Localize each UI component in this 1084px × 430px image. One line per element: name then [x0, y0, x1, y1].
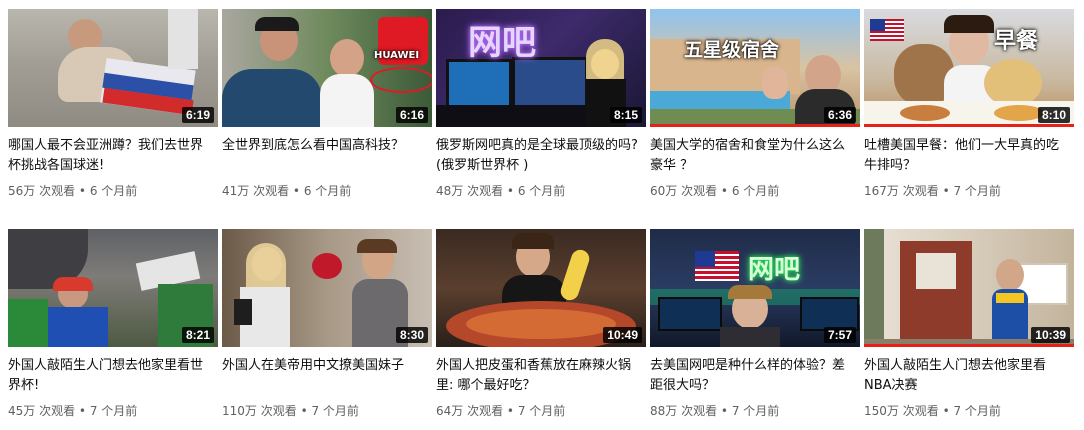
view-count: 56万 次观看 — [8, 184, 76, 198]
upload-age: 7 个月前 — [89, 404, 138, 418]
video-meta: 150万 次观看 • 7 个月前 — [864, 403, 1001, 419]
thumbnail-overlay-text: 网吧 — [468, 23, 536, 63]
video-title[interactable]: 俄罗斯网吧真的是全球最顶级的吗? (俄罗斯世界杯 ) — [436, 136, 642, 176]
us-flag-icon — [695, 251, 739, 281]
view-count: 45万 次观看 — [8, 404, 76, 418]
thumbnail-overlay-text: 五星级宿舍 — [684, 39, 780, 61]
video-duration: 10:39 — [1031, 327, 1070, 343]
video-meta: 48万 次观看 • 6 个月前 — [436, 183, 565, 199]
us-flag-icon — [870, 19, 904, 41]
view-count: 167万 次观看 — [864, 184, 939, 198]
video-meta: 56万 次观看 • 6 个月前 — [8, 183, 137, 199]
upload-age: 7 个月前 — [953, 404, 1001, 418]
video-meta: 60万 次观看 • 6 个月前 — [650, 183, 779, 199]
upload-age: 7 个月前 — [731, 404, 780, 418]
watch-progress-bar — [864, 124, 1074, 127]
video-title[interactable]: 哪国人最不会亚洲蹲？我们去世界杯挑战各国球迷! — [8, 136, 214, 176]
thumbnail-overlay-text: 网吧 — [748, 255, 801, 285]
upload-age: 7 个月前 — [517, 404, 566, 418]
upload-age: 6 个月前 — [89, 184, 138, 198]
meta-separator: • — [292, 184, 300, 198]
video-title[interactable]: 去美国网吧是种什么样的体验？差距很大吗？ — [650, 356, 856, 396]
thumbnail-overlay-text: HUAWEI — [374, 50, 420, 61]
video-thumbnail[interactable]: 10:39 — [864, 229, 1074, 347]
meta-separator: • — [942, 184, 950, 198]
view-count: 48万 次观看 — [436, 184, 504, 198]
watch-progress-bar — [864, 344, 1074, 347]
video-thumbnail[interactable]: 8:30 — [222, 229, 432, 347]
video-duration: 8:10 — [1037, 107, 1070, 123]
video-thumbnail[interactable]: 10:49 — [436, 229, 646, 347]
video-title[interactable]: 外国人敲陌生人门想去他家里看NBA决赛 — [864, 356, 1070, 396]
video-duration: 6:16 — [395, 107, 428, 123]
video-duration: 10:49 — [603, 327, 642, 343]
meta-separator: • — [720, 404, 728, 418]
video-thumbnail[interactable]: 五星级宿舍 6:36 — [650, 9, 860, 127]
meta-separator: • — [78, 404, 86, 418]
watch-progress-bar — [650, 124, 860, 127]
view-count: 110万 次观看 — [222, 404, 297, 418]
video-thumbnail[interactable]: 8:21 — [8, 229, 218, 347]
video-meta: 167万 次观看 • 7 个月前 — [864, 183, 1001, 199]
view-count: 60万 次观看 — [650, 184, 718, 198]
meta-separator: • — [78, 184, 86, 198]
upload-age: 6 个月前 — [731, 184, 780, 198]
video-meta: 41万 次观看 • 6 个月前 — [222, 183, 351, 199]
video-meta: 88万 次观看 • 7 个月前 — [650, 403, 779, 419]
video-meta: 64万 次观看 • 7 个月前 — [436, 403, 565, 419]
video-title[interactable]: 全世界到底怎么看中国高科技？ — [222, 136, 428, 156]
upload-age: 7 个月前 — [311, 404, 359, 418]
video-duration: 8:21 — [181, 327, 214, 343]
view-count: 150万 次观看 — [864, 404, 939, 418]
meta-separator: • — [506, 184, 514, 198]
video-thumbnail[interactable]: 网吧 8:15 — [436, 9, 646, 127]
meta-separator: • — [720, 184, 728, 198]
video-title[interactable]: 外国人把皮蛋和香蕉放在麻辣火锅里: 哪个最好吃？ — [436, 356, 642, 396]
video-thumbnail[interactable]: 网吧 7:57 — [650, 229, 860, 347]
view-count: 88万 次观看 — [650, 404, 718, 418]
video-duration: 7:57 — [823, 327, 856, 343]
video-meta: 110万 次观看 • 7 个月前 — [222, 403, 359, 419]
upload-age: 7 个月前 — [953, 184, 1001, 198]
meta-separator: • — [942, 404, 950, 418]
view-count: 64万 次观看 — [436, 404, 504, 418]
video-title[interactable]: 外国人在美帝用中文撩美国妹子 — [222, 356, 428, 376]
upload-age: 6 个月前 — [303, 184, 352, 198]
video-meta: 45万 次观看 • 7 个月前 — [8, 403, 137, 419]
video-title[interactable]: 吐槽美国早餐：他们一大早真的吃牛排吗？ — [864, 136, 1070, 176]
video-thumbnail[interactable]: HUAWEI 6:16 — [222, 9, 432, 127]
meta-separator: • — [300, 404, 308, 418]
upload-age: 6 个月前 — [517, 184, 566, 198]
video-title[interactable]: 外国人敲陌生人门想去他家里看世界杯! — [8, 356, 214, 396]
video-duration: 8:15 — [609, 107, 642, 123]
video-duration: 6:19 — [181, 107, 214, 123]
meta-separator: • — [506, 404, 514, 418]
video-thumbnail[interactable]: 6:19 — [8, 9, 218, 127]
video-title[interactable]: 美国大学的宿舍和食堂为什么这么豪华 ？ — [650, 136, 856, 176]
video-thumbnail[interactable]: 早餐 8:10 — [864, 9, 1074, 127]
video-duration: 8:30 — [395, 327, 428, 343]
view-count: 41万 次观看 — [222, 184, 290, 198]
thumbnail-overlay-text: 早餐 — [994, 29, 1039, 54]
video-duration: 6:36 — [823, 107, 856, 123]
